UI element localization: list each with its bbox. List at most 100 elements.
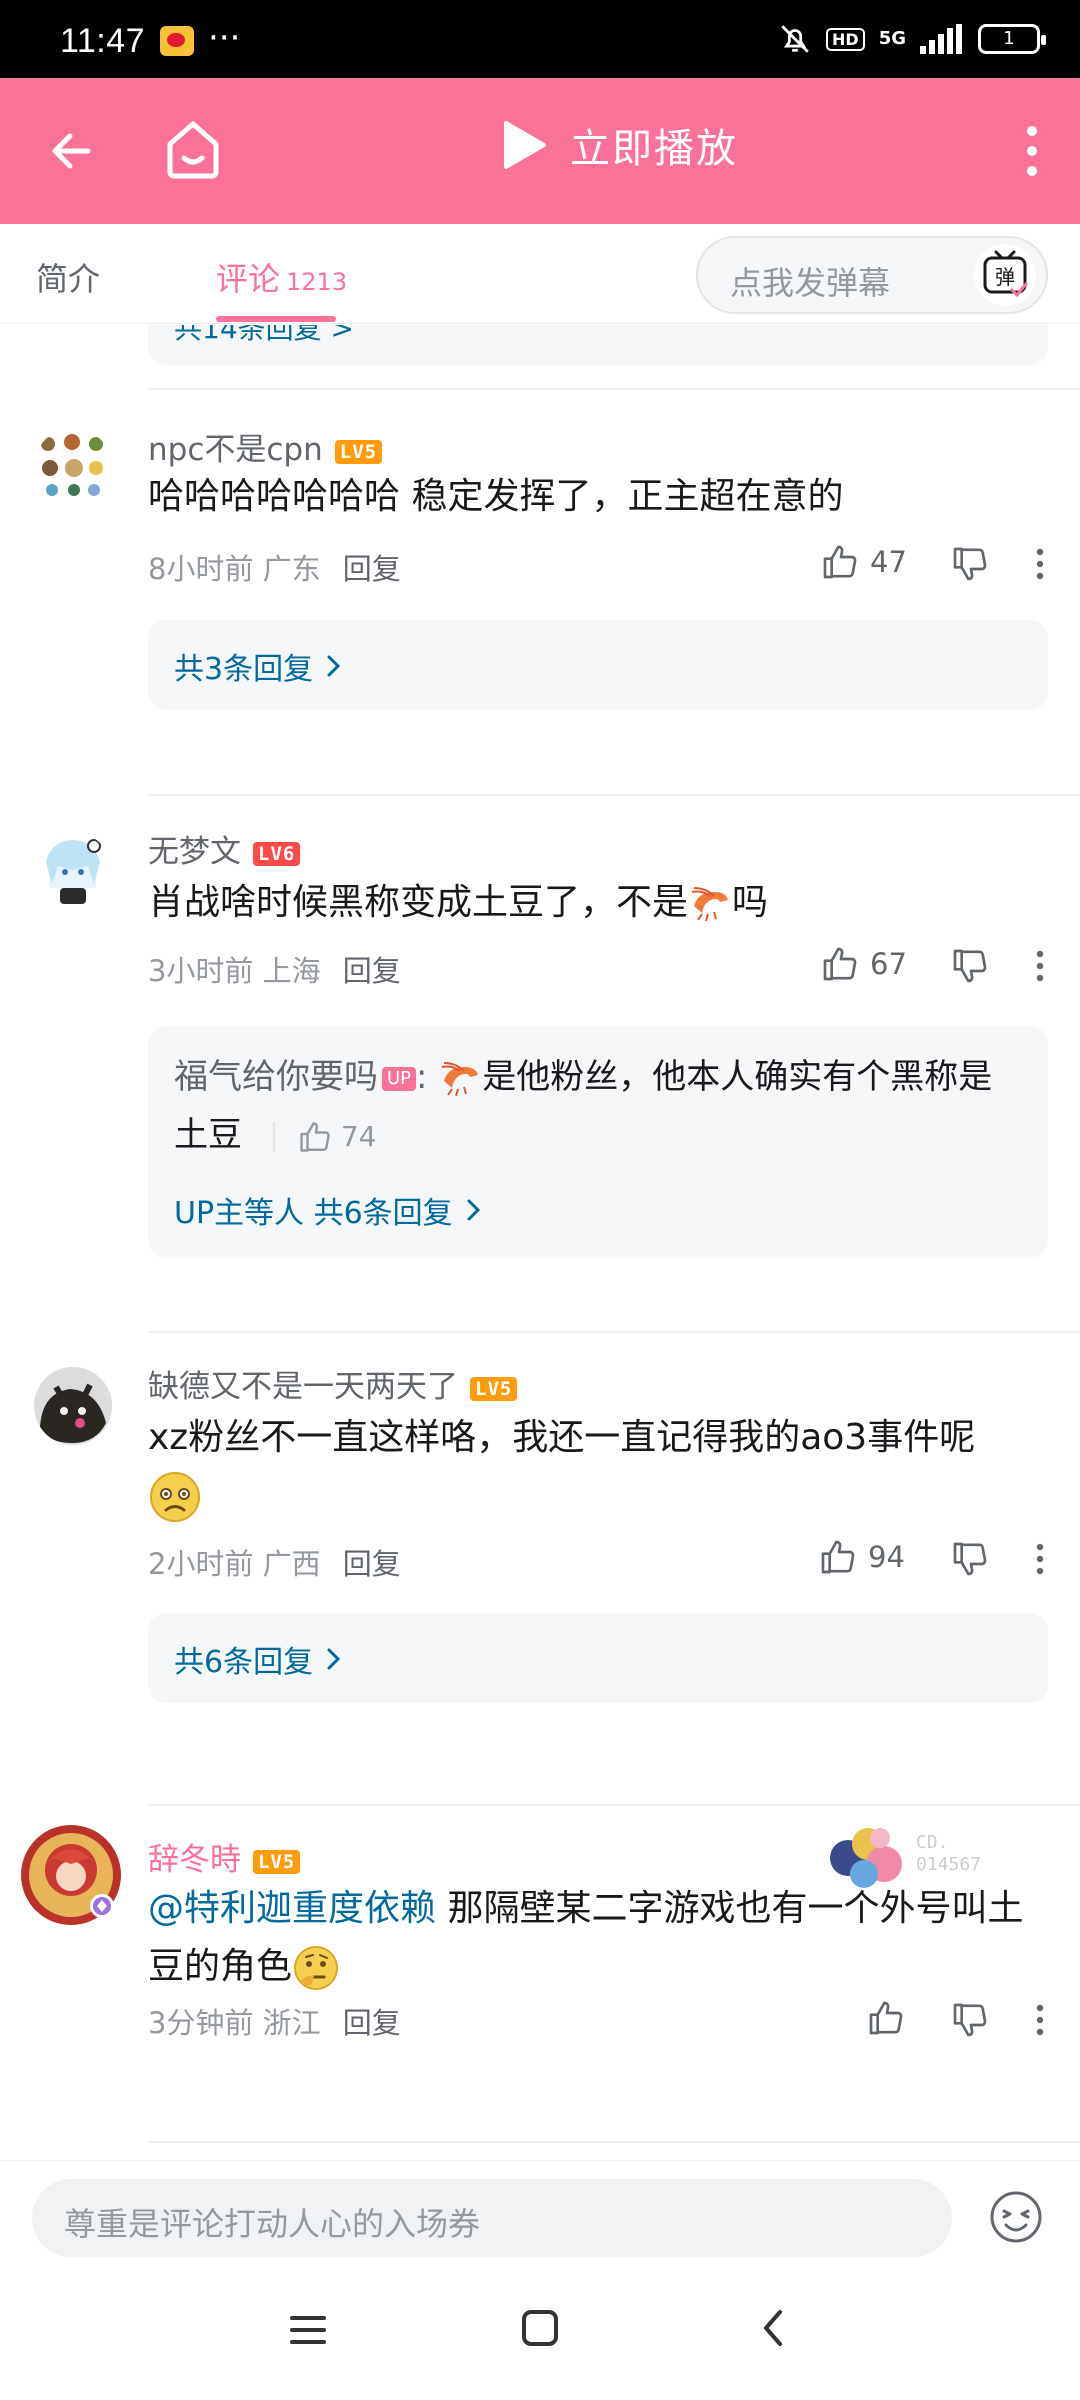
- network-type: 5G: [878, 28, 906, 49]
- comment-divider: [148, 2141, 1080, 2143]
- recent-apps-icon[interactable]: [286, 2308, 330, 2352]
- sub-reply-like[interactable]: 74: [273, 1108, 377, 1166]
- avatar-image: [21, 1825, 121, 1925]
- avatar[interactable]: [18, 1822, 124, 1928]
- more-notifications-icon: ···: [208, 18, 241, 58]
- thumbs-down-icon[interactable]: [950, 544, 990, 584]
- reply-summary-box[interactable]: 共6条回复: [148, 1613, 1048, 1703]
- previous-reply-summary[interactable]: 共14条回复 >: [148, 325, 1048, 365]
- avatar[interactable]: [34, 1367, 112, 1445]
- reply-preview-box[interactable]: 福气给你要吗 UP: 是他粉丝，他本人确实有个黑称是土豆 74 UP主等人 共6条…: [148, 1026, 1048, 1258]
- reply-count-link[interactable]: 共3条回复: [174, 644, 343, 688]
- comment-location: 上海: [262, 954, 321, 988]
- thumbs-up-icon: [823, 545, 857, 579]
- shrimp-emoji-icon: [442, 1061, 479, 1096]
- like-button[interactable]: 47: [820, 542, 907, 582]
- level-badge: LV5: [334, 439, 383, 464]
- reply-button[interactable]: 回复: [343, 954, 401, 988]
- fan-badge-line2: 014567: [916, 1854, 982, 1875]
- more-options-icon[interactable]: [1032, 1539, 1048, 1579]
- like-count: 67: [870, 947, 907, 981]
- comment-time: 2小时前: [148, 1547, 254, 1581]
- shrimp-emoji-icon: [691, 887, 729, 922]
- comment-feed[interactable]: 共14条回复 > npc不是cpn LV5 哈哈哈哈哈哈哈 稳定发挥了，正主超在意…: [0, 325, 1080, 2160]
- status-time: 11:47: [60, 22, 146, 60]
- danmaku-toggle-icon[interactable]: 弹: [974, 244, 1036, 306]
- sub-reply-colon: :: [416, 1057, 428, 1097]
- reply-count-link[interactable]: 共6条回复: [174, 1637, 343, 1681]
- status-icons: HD 5G 1: [778, 22, 1046, 56]
- reply-count-text: 共3条回复: [174, 652, 314, 687]
- reply-button[interactable]: 回复: [343, 2006, 401, 2040]
- tab-comments-count: 1213: [286, 268, 348, 296]
- reply-button[interactable]: 回复: [343, 1547, 401, 1581]
- sub-reply-like-count: 74: [340, 1119, 377, 1153]
- reply-count-link[interactable]: UP主等人 共6条回复: [174, 1188, 483, 1232]
- comment-text: 肖战啥时候黑称变成土豆了，不是 吗: [148, 874, 1048, 932]
- username-text: 辞冬時: [148, 1842, 241, 1878]
- danmaku-toggle-glyph: 弹: [995, 265, 1015, 289]
- comment-location: 广东: [262, 552, 321, 586]
- home-icon[interactable]: [160, 114, 226, 184]
- weibo-notification-icon: [160, 26, 194, 56]
- tab-bar: 简介 评论 1213 点我发弹幕 弹: [0, 224, 1080, 324]
- thumbs-down-icon[interactable]: [950, 2000, 990, 2040]
- avatar[interactable]: [34, 428, 112, 506]
- thumbs-down-icon[interactable]: [950, 1539, 990, 1579]
- sub-reply: 福气给你要吗 UP: 是他粉丝，他本人确实有个黑称是土豆 74: [174, 1048, 1024, 1166]
- username-text: 无梦文: [148, 834, 241, 870]
- username-text: npc不是cpn: [148, 432, 323, 468]
- thumbs-down-icon[interactable]: [950, 946, 990, 986]
- level-badge: LV5: [253, 1849, 301, 1874]
- system-nav-bar: [0, 2272, 1080, 2400]
- back-nav-icon[interactable]: [752, 2306, 796, 2350]
- username[interactable]: 缺德又不是一天两天了 LV5: [148, 1361, 518, 1406]
- reply-summary-box[interactable]: 共3条回复: [148, 620, 1048, 710]
- active-tab-indicator: [216, 316, 336, 322]
- thumbs-up-icon: [823, 947, 857, 981]
- comment-text: xz粉丝不一直这样咯，我还一直记得我的ao3事件呢: [148, 1409, 1048, 1525]
- more-options-icon[interactable]: [1032, 946, 1048, 986]
- comment-text-body: xz粉丝不一直这样咯，我还一直记得我的ao3事件呢: [148, 1417, 976, 1458]
- danmaku-placeholder: 点我发弹幕: [730, 264, 891, 302]
- like-button[interactable]: 67: [820, 944, 907, 984]
- reply-button[interactable]: 回复: [343, 552, 401, 586]
- up-badge: UP: [382, 1066, 417, 1091]
- comment-divider: [148, 388, 1080, 390]
- username[interactable]: npc不是cpn LV5: [148, 424, 383, 469]
- mute-bell-icon: [781, 25, 809, 53]
- emoji-picker-icon[interactable]: [988, 2189, 1044, 2245]
- tab-comments[interactable]: 评论 1213: [216, 254, 347, 300]
- username[interactable]: 辞冬時 LV5: [148, 1834, 301, 1879]
- danmaku-input-box[interactable]: 点我发弹幕 弹: [696, 236, 1048, 314]
- comment-meta: 2小时前 广西 回复: [148, 1541, 401, 1583]
- sub-reply-username[interactable]: 福气给你要吗: [174, 1057, 378, 1097]
- back-arrow-icon[interactable]: [40, 118, 106, 184]
- thinking-face-emoji-icon: [294, 1946, 339, 1990]
- like-count: 47: [870, 545, 907, 579]
- comment-meta: 8小时前 广东 回复: [148, 546, 401, 588]
- avatar[interactable]: [34, 832, 112, 910]
- home-nav-icon[interactable]: [518, 2306, 562, 2350]
- comment-location: 浙江: [262, 2006, 321, 2040]
- signal-icon: [920, 24, 962, 54]
- comment-input-placeholder: 尊重是评论打动人心的入场券: [64, 2205, 481, 2243]
- tab-intro[interactable]: 简介: [36, 254, 100, 300]
- more-options-icon[interactable]: [1032, 544, 1048, 584]
- more-vertical-icon[interactable]: [1012, 118, 1052, 184]
- like-button[interactable]: 94: [818, 1537, 905, 1577]
- comment-text: @特利迦重度依赖 那隔壁某二字游戏也有一个外号叫土豆的角色: [148, 1880, 1048, 1996]
- thumbs-up-icon[interactable]: [866, 1998, 906, 2038]
- play-now-button[interactable]: 立即播放: [500, 116, 738, 174]
- worried-face-emoji-icon: [150, 1472, 200, 1522]
- comment-text-part2: 吗: [732, 882, 769, 923]
- comment-divider: [148, 794, 1080, 796]
- mention-link[interactable]: @特利迦重度依赖: [148, 1888, 436, 1929]
- comment-text-part1: 肖战啥时候黑称变成土豆了，不是: [148, 882, 689, 923]
- comment-compose-bar: 尊重是评论打动人心的入场券: [0, 2160, 1080, 2272]
- username[interactable]: 无梦文 LV6: [148, 826, 301, 871]
- comment-input[interactable]: 尊重是评论打动人心的入场券: [32, 2179, 952, 2257]
- chevron-right-icon: [327, 655, 341, 677]
- more-options-icon[interactable]: [1032, 2000, 1048, 2040]
- level-badge: LV6: [253, 841, 301, 866]
